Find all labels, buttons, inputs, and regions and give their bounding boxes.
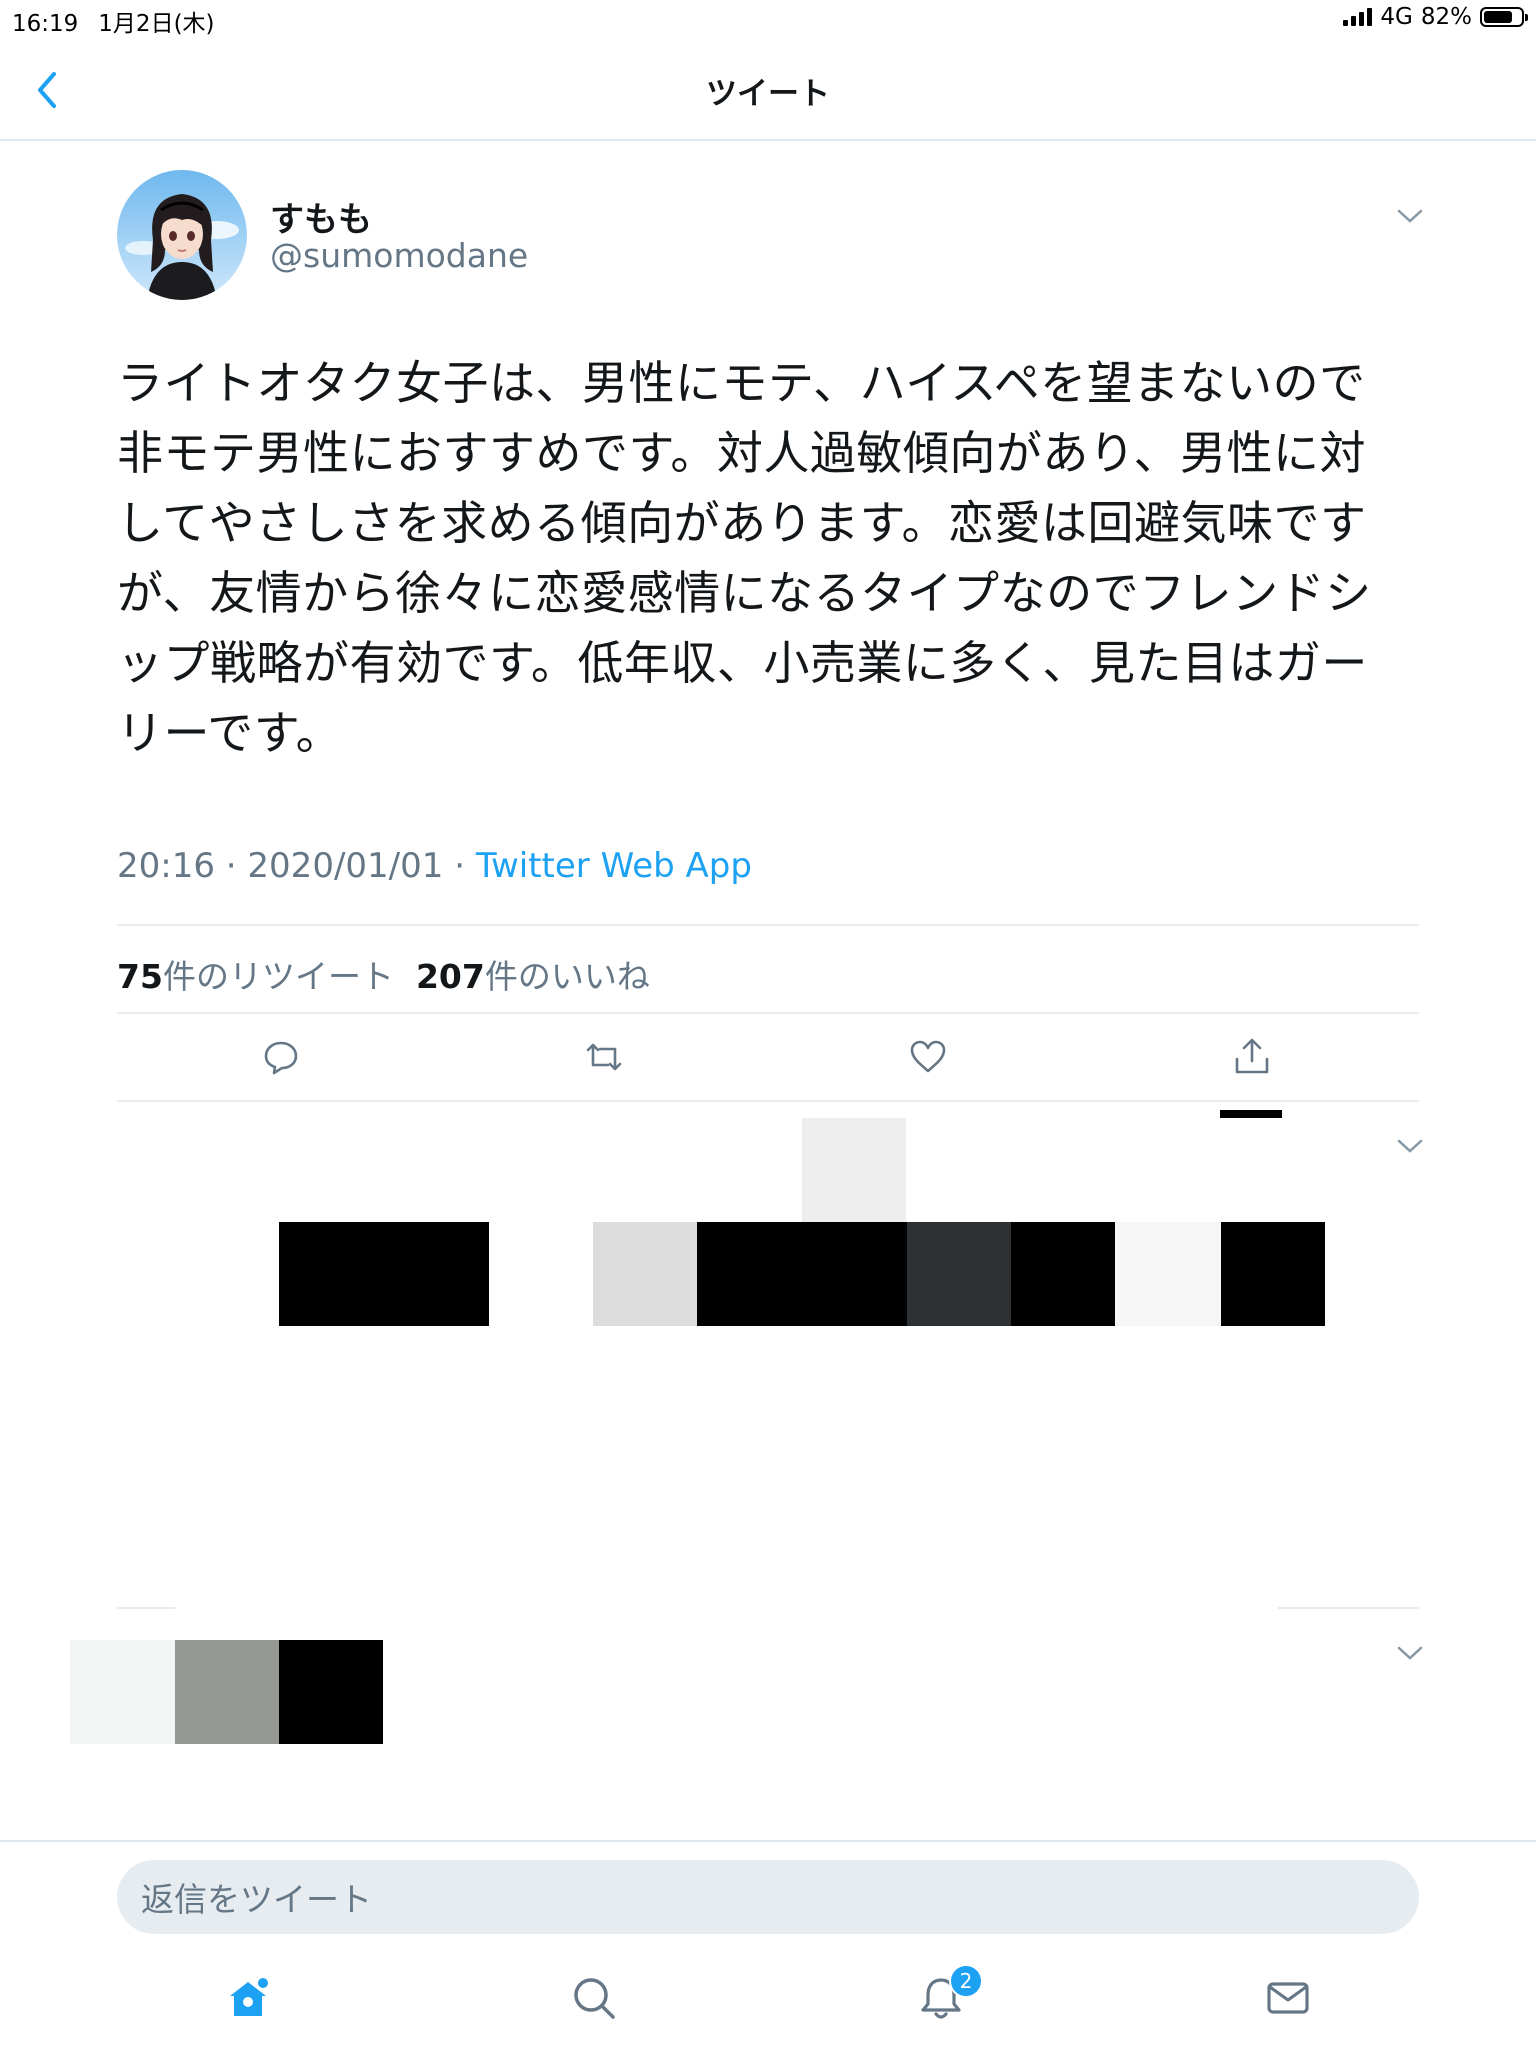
battery-icon — [1480, 7, 1528, 27]
search-icon — [574, 1978, 615, 2019]
tab-home[interactable] — [224, 1974, 272, 2022]
redacted-block — [175, 1640, 279, 1744]
divider — [1278, 1607, 1419, 1609]
avatar[interactable] — [117, 170, 247, 300]
messages-icon — [1267, 1982, 1309, 2014]
tweet-source-link[interactable]: Twitter Web App — [476, 846, 752, 886]
network-type: 4G — [1380, 4, 1413, 30]
retweet-icon — [586, 1043, 622, 1071]
divider — [117, 1100, 1419, 1102]
redacted-block — [593, 1222, 697, 1326]
display-name[interactable]: すもも — [270, 192, 372, 241]
like-count: 207 — [415, 957, 485, 996]
chevron-down-icon — [1397, 209, 1423, 223]
tweet-text-line: してやさしさを求める傾向があります。恋愛は回避気味です — [117, 496, 1367, 550]
nav-divider — [0, 139, 1536, 141]
redacted-block — [279, 1640, 383, 1744]
meta-separator: · — [454, 846, 466, 886]
share-button[interactable] — [1232, 1037, 1272, 1077]
divider — [117, 1012, 1419, 1014]
chevron-down-icon — [1397, 1139, 1423, 1153]
like-icon — [910, 1040, 946, 1073]
redacted-block — [279, 1222, 489, 1326]
notification-badge: 2 — [949, 1964, 983, 1998]
reply-menu-button[interactable] — [1397, 1138, 1423, 1154]
redacted-block — [1220, 1110, 1282, 1118]
redacted-block — [802, 1118, 906, 1222]
retweet-count: 75 — [117, 957, 163, 996]
tweet-text-line: リーです。 — [117, 706, 343, 760]
retweet-count-label: 件のリツイート — [162, 957, 394, 996]
battery-percent: 82% — [1420, 4, 1472, 30]
share-icon — [1235, 1038, 1269, 1074]
tweet-text: ライトオタク女子は、男性にモテ、ハイスペを望まないので 非モテ男性におすすめです… — [117, 348, 1407, 768]
reply-icon — [264, 1041, 298, 1075]
tweet-menu-button[interactable] — [1397, 208, 1423, 224]
reply-button[interactable] — [261, 1037, 301, 1077]
tweet-text-line: が、友情から徐々に恋愛感情になるタイプなのでフレンドシ — [117, 566, 1372, 620]
redacted-block — [907, 1222, 1011, 1326]
tweet-text-line: ライトオタク女子は、男性にモテ、ハイスペを望まないので — [117, 356, 1366, 410]
reply-menu-button[interactable] — [1397, 1645, 1423, 1661]
like-count-link[interactable]: 207件のいいね — [416, 957, 650, 996]
reply-input[interactable]: 返信をツイート — [117, 1860, 1419, 1934]
retweet-count-link[interactable]: 75件のリツイート — [117, 957, 394, 996]
meta-separator: · — [225, 846, 237, 886]
redacted-block — [697, 1222, 907, 1326]
tweet-time: 20:16 — [117, 846, 215, 886]
status-bar-left: 16:19 1月2日(木) — [12, 4, 235, 38]
tab-messages[interactable] — [1264, 1974, 1312, 2022]
tweet-text-line: ップ戦略が有効です。低年収、小売業に多く、見た目はガー — [117, 636, 1368, 690]
status-time: 16:19 — [12, 11, 79, 37]
status-bar-right: 4G 82% — [1343, 4, 1528, 30]
tweet-date[interactable]: 2020/01/01 — [247, 846, 443, 886]
chevron-down-icon — [1397, 1646, 1423, 1660]
divider — [117, 924, 1419, 926]
redacted-block — [70, 1640, 175, 1744]
signal-icon — [1343, 8, 1373, 26]
tweet-meta: 20:16 · 2020/01/01 · Twitter Web App — [117, 846, 752, 886]
tweet-text-line: 非モテ男性におすすめです。対人過敏傾向があり、男性に対 — [117, 426, 1367, 480]
reply-bar-divider — [0, 1840, 1536, 1842]
redacted-block — [1221, 1222, 1325, 1326]
retweet-button[interactable] — [584, 1037, 624, 1077]
home-icon — [230, 1976, 270, 2016]
redacted-block — [1011, 1222, 1115, 1326]
user-handle[interactable]: @sumomodane — [270, 236, 528, 275]
tweet-stats: 75件のリツイート 207件のいいね — [117, 950, 650, 998]
page-title: ツイート — [706, 76, 830, 112]
like-count-label: 件のいいね — [484, 957, 650, 996]
divider — [117, 1607, 175, 1609]
redacted-block — [1115, 1222, 1221, 1326]
tab-search[interactable] — [570, 1974, 618, 2022]
like-button[interactable] — [908, 1037, 948, 1077]
status-date: 1月2日(木) — [98, 11, 215, 37]
